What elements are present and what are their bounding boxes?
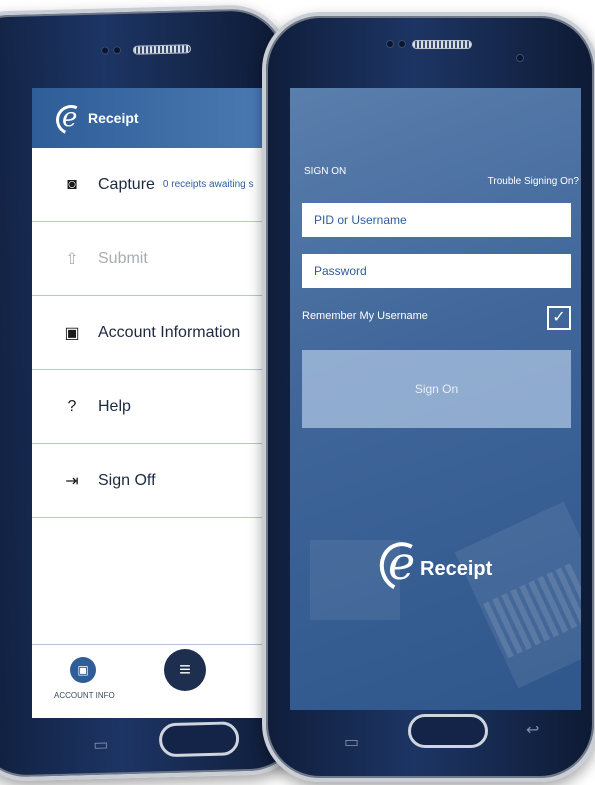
menu-label-submit: Submit [98,249,148,267]
recents-key-icon[interactable]: ▭ [344,732,359,751]
receipts-awaiting-text: 0 receipts awaiting s [162,179,254,190]
trouble-signing-on-link[interactable]: Trouble Signing On? [488,176,579,187]
menu-label-sign-off: Sign Off [98,471,156,489]
upload-icon: ⇧ [65,250,79,268]
remember-username-checkbox[interactable]: ✓ [547,306,571,330]
logo-letter: e [388,536,416,590]
sign-off-icon: ⇥ [65,472,79,490]
menu-item-account-information[interactable]: ▣ Account Information [32,296,264,370]
right-screen: SIGN ON Trouble Signing On? Remember My … [290,88,581,710]
recents-key-icon[interactable]: ▭ [93,735,109,754]
logo-text: Receipt [420,558,493,580]
home-button[interactable] [408,714,488,748]
menu-item-help[interactable]: ? Help [32,370,264,444]
menu-label-capture: Capture [98,175,155,193]
username-input[interactable] [302,203,571,237]
account-info-nav-label: ACCOUNT INFO [54,691,115,700]
menu-item-sign-off[interactable]: ⇥ Sign Off [32,444,264,518]
left-screen: e Receipt ◙ Capture 0 receipts awaiting … [32,88,264,718]
password-input[interactable] [302,254,571,288]
ereceipt-logo: e Receipt [373,536,528,598]
ereceipt-logo: e [51,100,91,140]
menu-item-submit[interactable]: ⇧ Submit [32,222,264,296]
app-header: e Receipt [32,88,264,148]
menu-hamburger-button[interactable]: ≡ [164,649,206,691]
sensor-dot [386,40,394,48]
menu-item-capture[interactable]: ◙ Capture 0 receipts awaiting s [32,148,264,222]
front-camera [516,54,524,62]
speaker-grille [412,40,472,49]
account-info-nav-button[interactable]: ▣ [70,657,96,683]
sensor-dot [398,40,406,48]
sensor-dot [112,46,122,55]
home-button[interactable] [158,721,240,758]
camera-icon: ◙ [67,175,77,193]
bottom-nav: ▣ ACCOUNT INFO ≡ [32,644,264,718]
speaker-grille [132,44,192,55]
sensor-dot [100,46,110,55]
back-key-icon[interactable]: ↩ [526,720,539,739]
logo-swoosh-icon [51,100,91,140]
help-icon: ? [67,397,77,415]
menu-label-account-information: Account Information [98,323,241,341]
remember-username-label: Remember My Username [302,310,428,322]
menu-label-help: Help [98,397,131,415]
logo-text: Receipt [88,110,139,126]
sign-on-heading: SIGN ON [304,166,347,177]
account-icon: ▣ [64,324,80,342]
sign-on-button[interactable]: Sign On [302,350,571,428]
